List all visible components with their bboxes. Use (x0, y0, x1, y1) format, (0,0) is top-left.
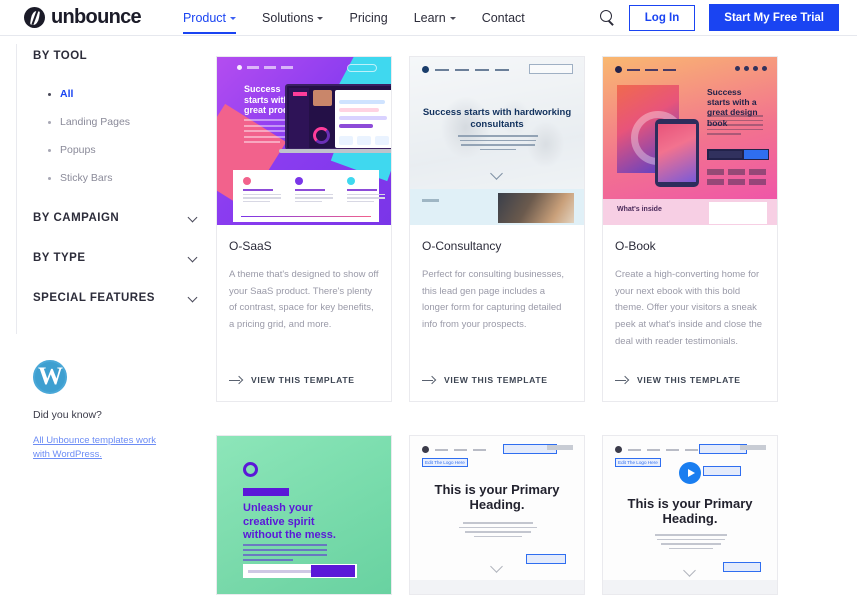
start-free-trial-button[interactable]: Start My Free Trial (709, 4, 839, 31)
nav-item-learn[interactable]: Learn (414, 0, 456, 36)
main-nav: Product Solutions Pricing Learn Contact (183, 0, 525, 36)
play-button-icon[interactable] (679, 462, 701, 484)
promo-question: Did you know? (33, 409, 208, 421)
template-description: Create a high-converting home for your n… (615, 267, 765, 350)
template-row-2: Unleash your creative spirit without the… (216, 435, 857, 595)
filter-option-label: All (60, 88, 73, 100)
filter-group-by-campaign[interactable]: BY CAMPAIGN (17, 198, 216, 238)
template-grid: Success starts with a great product (216, 36, 857, 574)
filter-group-by-tool[interactable]: BY TOOL (17, 36, 216, 76)
template-thumbnail-o-consultancy[interactable]: Success starts with hardworking consulta… (410, 57, 584, 225)
view-template-label: VIEW THIS TEMPLATE (637, 375, 741, 385)
filter-option-label: Landing Pages (60, 116, 130, 128)
filter-option-all[interactable]: All (17, 80, 216, 108)
template-row-1: Success starts with a great product (216, 56, 857, 402)
filter-option-landing-pages[interactable]: Landing Pages (17, 108, 216, 136)
filter-group-by-type[interactable]: BY TYPE (17, 238, 216, 278)
template-title: O-Book (615, 239, 765, 253)
brand-logo[interactable]: unbounce (24, 6, 141, 29)
login-button[interactable]: Log In (629, 5, 696, 31)
template-card[interactable]: Unleash your creative spirit without the… (216, 435, 392, 595)
template-thumbnail-o-book[interactable]: Success starts with a great design book … (603, 57, 777, 225)
nav-item-solutions[interactable]: Solutions (262, 0, 323, 36)
tool-filter-list: All Landing Pages Popups Sticky Bars (17, 80, 216, 192)
filter-group-title: BY CAMPAIGN (33, 212, 119, 224)
wordpress-logo-icon: W (33, 360, 67, 394)
bullet-icon (48, 149, 51, 152)
view-template-label: VIEW THIS TEMPLATE (251, 375, 355, 385)
nav-label: Solutions (262, 11, 313, 25)
filter-group-title: BY TOOL (33, 50, 87, 62)
site-header: unbounce Product Solutions Pricing Learn… (0, 0, 857, 36)
chevron-down-icon (188, 253, 198, 263)
wordpress-promo: W Did you know? All Unbounce templates w… (33, 360, 208, 462)
search-icon[interactable] (600, 10, 615, 25)
header-actions: Log In Start My Free Trial (600, 4, 839, 31)
view-template-link[interactable]: VIEW THIS TEMPLATE (603, 375, 777, 401)
promo-link[interactable]: All Unbounce templates work with WordPre… (33, 434, 171, 462)
filter-option-sticky-bars[interactable]: Sticky Bars (17, 164, 216, 192)
bullet-icon (48, 93, 51, 96)
nav-label: Learn (414, 11, 446, 25)
bullet-icon (48, 177, 51, 180)
chevron-down-icon (230, 17, 236, 20)
template-thumbnail-primary-heading[interactable]: Edit The Logo Here This is your Primary … (410, 436, 584, 594)
view-template-label: VIEW THIS TEMPLATE (444, 375, 548, 385)
chevron-down-icon (450, 17, 456, 20)
thumb-subheading: What's inside (617, 206, 662, 213)
view-template-link[interactable]: VIEW THIS TEMPLATE (217, 375, 391, 401)
thumb-heading: This is your Primary Heading. (410, 482, 584, 513)
view-template-link[interactable]: VIEW THIS TEMPLATE (410, 375, 584, 401)
template-thumbnail-primary-heading-video[interactable]: Edit The Logo Here This is your Primary … (603, 436, 777, 594)
filter-sidebar: BY TOOL All Landing Pages Popups Sticky … (0, 36, 216, 574)
arrow-right-icon (615, 376, 628, 385)
arrow-right-icon (422, 376, 435, 385)
template-thumbnail-o-saas[interactable]: Success starts with a great product (217, 57, 391, 225)
template-card[interactable]: Success starts with hardworking consulta… (409, 56, 585, 402)
template-card[interactable]: Edit The Logo Here This is your Primary … (409, 435, 585, 595)
thumb-heading: This is your Primary Heading. (603, 496, 777, 527)
arrow-right-icon (229, 376, 242, 385)
template-title: O-SaaS (229, 239, 379, 253)
filter-group-title: BY TYPE (33, 252, 86, 264)
thumb-heading: Success starts with hardworking consulta… (410, 107, 584, 132)
template-card[interactable]: Edit The Logo Here This is your Primary … (602, 435, 778, 595)
template-card[interactable]: Success starts with a great product (216, 56, 392, 402)
thumb-heading: Unleash your creative spirit without the… (243, 502, 343, 543)
bullet-icon (48, 121, 51, 124)
template-description: Perfect for consulting businesses, this … (422, 267, 572, 334)
filter-option-label: Sticky Bars (60, 172, 113, 184)
nav-item-pricing[interactable]: Pricing (349, 0, 387, 36)
brand-name: unbounce (51, 6, 141, 29)
filter-group-title: SPECIAL FEATURES (33, 292, 155, 304)
template-thumbnail-unleash[interactable]: Unleash your creative spirit without the… (217, 436, 391, 594)
template-card[interactable]: Success starts with a great design book … (602, 56, 778, 402)
chevron-down-icon (188, 213, 198, 223)
nav-label: Contact (482, 11, 525, 25)
nav-label: Pricing (349, 11, 387, 25)
nav-label: Product (183, 11, 226, 25)
unbounce-logo-icon (24, 7, 45, 28)
template-description: A theme that's designed to show off your… (229, 267, 379, 334)
template-title: O-Consultancy (422, 239, 572, 253)
nav-item-contact[interactable]: Contact (482, 0, 525, 36)
chevron-down-icon (317, 17, 323, 20)
chevron-down-icon (188, 293, 198, 303)
filter-option-popups[interactable]: Popups (17, 136, 216, 164)
filter-option-label: Popups (60, 144, 96, 156)
nav-item-product[interactable]: Product (183, 0, 236, 36)
filter-group-special-features[interactable]: SPECIAL FEATURES (17, 278, 216, 318)
